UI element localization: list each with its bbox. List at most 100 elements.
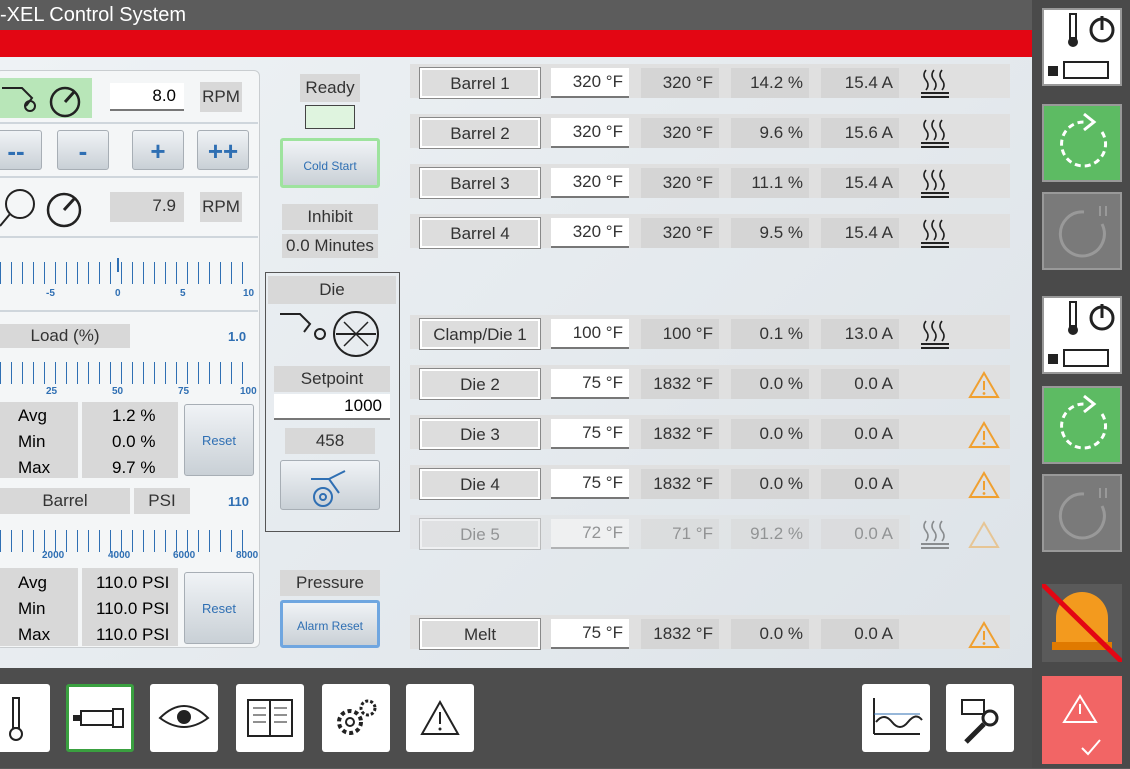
set-rpm-input[interactable]: 8.0: [110, 83, 184, 111]
zone-setpoint-input[interactable]: 320 °F: [551, 118, 629, 148]
psi-reset-button[interactable]: Reset: [184, 572, 254, 644]
ready-label: Ready: [300, 74, 360, 102]
load-value: 1.0: [228, 329, 247, 344]
divider: [0, 176, 258, 178]
zone-output-percent: 9.6 %: [731, 118, 809, 148]
scale-label: 0: [115, 288, 121, 299]
warning-icon[interactable]: [968, 369, 1000, 399]
zone-setpoint-input[interactable]: 320 °F: [551, 218, 629, 248]
nav-extruder-button[interactable]: [66, 684, 134, 752]
scale-label: 10: [243, 288, 255, 299]
heat-power-button[interactable]: [1042, 8, 1122, 86]
extruder-power-button[interactable]: [1042, 296, 1122, 374]
warning-icon[interactable]: [968, 419, 1000, 449]
barrel-pressure-label: Barrel: [0, 488, 130, 514]
trend-chart-icon: [873, 698, 923, 735]
zone-current: 15.4 A: [821, 68, 899, 98]
book-icon: [247, 699, 293, 737]
zone-actual-temp: 320 °F: [641, 168, 719, 198]
zone-name-button[interactable]: Die 2: [419, 368, 541, 400]
zone-name-button[interactable]: Barrel 2: [419, 117, 541, 149]
setpoint-input[interactable]: 1000: [274, 394, 390, 420]
screw-speed-icon[interactable]: [0, 78, 92, 118]
zone-name-button[interactable]: Barrel 1: [419, 67, 541, 99]
rpm-fast-increase-button[interactable]: ++: [197, 130, 249, 170]
zone-current: 0.0 A: [821, 469, 899, 499]
scale-label: 6000: [173, 550, 196, 561]
heater-icon: [918, 216, 952, 250]
zone-actual-temp: 100 °F: [641, 319, 719, 349]
gears-icon: [337, 699, 377, 735]
ready-indicator: [305, 105, 355, 129]
zone-actual-temp: 320 °F: [641, 118, 719, 148]
zone-name-button[interactable]: Clamp/Die 1: [419, 318, 541, 350]
zone-current: 13.0 A: [821, 319, 899, 349]
thermometer-power-icon: [1048, 13, 1115, 79]
psi-avg: 110.0 PSI: [96, 573, 170, 592]
zone-setpoint-input[interactable]: 75 °F: [551, 619, 629, 649]
restart-icon: [1060, 394, 1108, 450]
alarm-silence-button[interactable]: [1040, 582, 1124, 664]
rpm-fast-decrease-button[interactable]: --: [0, 130, 42, 170]
zone-name-button[interactable]: Melt: [419, 618, 541, 650]
zone-setpoint-input[interactable]: 75 °F: [551, 469, 629, 499]
load-avg: 1.2 %: [112, 406, 156, 425]
zone-current: 0.0 A: [821, 619, 899, 649]
zone-name-button[interactable]: Barrel 3: [419, 167, 541, 199]
alarm-acknowledge-button[interactable]: [1042, 676, 1122, 764]
zone-current: 0.0 A: [821, 419, 899, 449]
zone-output-percent: 0.0 %: [731, 469, 809, 499]
thermometer-power-icon: [1048, 301, 1115, 367]
zone-name-button[interactable]: Barrel 4: [419, 217, 541, 249]
cold-start-button[interactable]: Cold Start: [280, 138, 380, 188]
die-pressure-icon: [278, 306, 382, 358]
hand-gear-icon: [311, 470, 346, 507]
zone-setpoint-input[interactable]: 320 °F: [551, 168, 629, 198]
nav-maintenance-button[interactable]: [946, 684, 1014, 752]
extruder-pause-button[interactable]: [1042, 474, 1122, 552]
zone-setpoint-input[interactable]: 75 °F: [551, 369, 629, 399]
extruder-icon: [73, 708, 124, 728]
load-min: 0.0 %: [112, 432, 156, 451]
zone-output-percent: 11.1 %: [731, 168, 809, 198]
zone-setpoint-input[interactable]: 72 °F: [551, 519, 629, 549]
heater-icon: [918, 116, 952, 150]
nav-settings-button[interactable]: [322, 684, 390, 752]
load-reset-button[interactable]: Reset: [184, 404, 254, 476]
warning-check-icon: [1062, 694, 1101, 756]
rpm-scale-pointer: [117, 258, 119, 272]
rpm-increase-button[interactable]: +: [132, 130, 184, 170]
warning-icon[interactable]: [968, 469, 1000, 499]
divider: [0, 122, 258, 124]
scale-label: 50: [112, 386, 124, 397]
zone-setpoint-input[interactable]: 75 °F: [551, 419, 629, 449]
paused-cycle-icon: [1058, 206, 1107, 258]
muted-bell-icon: [1040, 582, 1124, 664]
heat-pause-button[interactable]: [1042, 192, 1122, 270]
zone-name-button[interactable]: Die 5: [419, 518, 541, 550]
zone-setpoint-input[interactable]: 320 °F: [551, 68, 629, 98]
actual-rpm-value: 7.9: [110, 192, 184, 222]
heater-icon: [918, 166, 952, 200]
nav-alarms-button[interactable]: [406, 684, 474, 752]
die-pressure-button[interactable]: [280, 460, 380, 510]
heat-start-button[interactable]: [1042, 104, 1122, 182]
zone-output-percent: 9.5 %: [731, 218, 809, 248]
zone-actual-temp: 1832 °F: [641, 619, 719, 649]
alarm-reset-button[interactable]: Alarm Reset: [280, 600, 380, 648]
zone-name-button[interactable]: Die 3: [419, 418, 541, 450]
zone-name-button[interactable]: Die 4: [419, 468, 541, 500]
heater-icon: [918, 66, 952, 100]
warning-icon[interactable]: [968, 619, 1000, 649]
zone-setpoint-input[interactable]: 100 °F: [551, 319, 629, 349]
rpm-decrease-button[interactable]: -: [57, 130, 109, 170]
nav-manual-button[interactable]: [236, 684, 304, 752]
nav-temperature-button[interactable]: [0, 684, 50, 752]
inhibit-label: Inhibit: [282, 204, 378, 230]
divider: [0, 236, 258, 238]
psi-label: PSI: [134, 488, 190, 514]
nav-trend-button[interactable]: [862, 684, 930, 752]
nav-view-button[interactable]: [150, 684, 218, 752]
die-pressure-actual: 458: [285, 428, 375, 454]
extruder-start-button[interactable]: [1042, 386, 1122, 464]
